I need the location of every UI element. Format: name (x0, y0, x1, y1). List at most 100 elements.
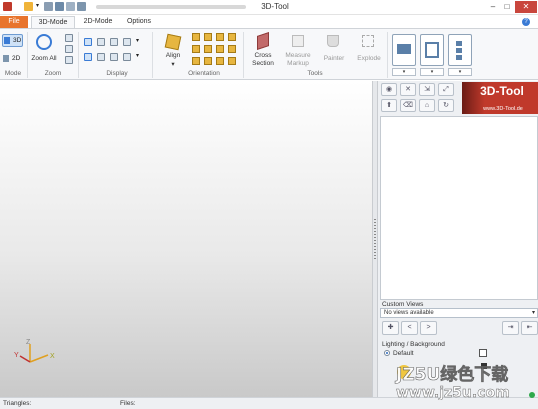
group-orientation-label: Orientation (188, 70, 220, 77)
group-zoom-label: Zoom (44, 70, 62, 77)
watermark: JZ5U绿色下载 www.jz5u.com (395, 364, 535, 400)
cross-section-icon[interactable] (257, 32, 269, 50)
zoom-all-label[interactable]: Zoom All (28, 55, 60, 63)
minimize-button[interactable]: – (486, 1, 500, 13)
align-dropdown-icon[interactable]: ▾ (160, 61, 186, 69)
structure-icon[interactable] (448, 34, 472, 66)
tab-3d-mode[interactable]: 3D-Mode (31, 16, 75, 28)
explode-icon[interactable] (362, 35, 374, 47)
next-view-button[interactable]: > (420, 321, 437, 335)
mode-2d-label: 2D (12, 55, 21, 62)
preview-icon[interactable] (66, 2, 75, 11)
rotate-icon[interactable]: ↻ (438, 99, 454, 112)
group-display-label: Display (106, 70, 128, 77)
cross-section-label[interactable]: Cross Section (247, 52, 279, 68)
lighting-label: Lighting / Background (382, 341, 445, 348)
title-bar: ▾ 3D-Tool – □ ✕ (0, 0, 538, 15)
view-left-icon[interactable] (192, 45, 200, 53)
view-back-icon[interactable] (204, 33, 212, 41)
display-color-icon[interactable] (123, 53, 131, 61)
export-view-icon[interactable]: ⇥ (502, 321, 519, 335)
expand-icon[interactable]: ⤢ (438, 83, 454, 96)
hide-icon[interactable]: ✕ (400, 83, 416, 96)
view-iso2-icon[interactable] (228, 33, 236, 41)
display-more-icon[interactable]: ▾ (136, 38, 144, 46)
app-icon[interactable] (3, 2, 12, 11)
explode-label[interactable]: Explode (354, 55, 384, 63)
model-tree-dropdown-icon[interactable]: ▾ (392, 68, 416, 76)
add-view-icon[interactable]: ✚ (382, 321, 399, 335)
view-iso6-icon[interactable] (228, 57, 236, 65)
view-iso-icon[interactable] (216, 33, 224, 41)
logo-url: www.3D-Tool.de (483, 106, 523, 112)
view-iso3-icon[interactable] (216, 45, 224, 53)
axis-x-label: X (50, 353, 55, 360)
view-right-icon[interactable] (204, 45, 212, 53)
views-list[interactable] (380, 116, 538, 300)
open-icon[interactable] (24, 2, 33, 11)
delete-icon[interactable]: ⌫ (400, 99, 416, 112)
painter-icon[interactable] (327, 35, 339, 47)
group-mode-label: Mode (4, 70, 22, 77)
help-icon[interactable]: ? (522, 18, 530, 26)
measure-markup-icon[interactable] (292, 35, 304, 47)
align-label[interactable]: Align (160, 52, 186, 60)
views-combo-value: No views available (384, 310, 434, 316)
tab-options[interactable]: Options (122, 16, 156, 28)
status-triangles: Triangles: (3, 400, 32, 407)
display-wireframe-icon[interactable] (97, 38, 105, 46)
save-icon[interactable] (44, 2, 53, 11)
copy-icon[interactable] (77, 2, 86, 11)
separator (152, 32, 153, 78)
maximize-button[interactable]: □ (500, 1, 514, 13)
view-top-icon[interactable] (192, 57, 200, 65)
display-hidden-line-icon[interactable] (110, 38, 118, 46)
view-iso5-icon[interactable] (216, 57, 224, 65)
status-files: Files: (120, 400, 136, 407)
watermark-url: www.jz5u.com (396, 385, 510, 400)
display-perspective-icon[interactable] (84, 53, 92, 61)
measure-markup-label[interactable]: Measure Markup (282, 52, 314, 68)
axis-y-label: Y (14, 352, 19, 359)
view-front-icon[interactable] (192, 33, 200, 41)
display-texture-icon[interactable] (97, 53, 105, 61)
views-combo[interactable]: No views available ▾ (380, 308, 538, 318)
separator (78, 32, 79, 78)
print-icon[interactable] (55, 2, 64, 11)
display-edges-icon[interactable] (123, 38, 131, 46)
fit-icon[interactable]: ⇲ (419, 83, 435, 96)
ribbon: 3D 2D Mode Zoom All Zoom ▾ ▾ Display Ali… (0, 28, 538, 80)
mode-3d-button[interactable]: 3D (2, 34, 23, 47)
up-icon[interactable]: ⬆ (381, 99, 397, 112)
mode-3d-label: 3D (13, 37, 22, 44)
file-path-blurred (96, 5, 246, 9)
prev-view-button[interactable]: < (401, 321, 418, 335)
painter-label[interactable]: Painter (319, 55, 349, 63)
zoom-all-icon[interactable] (36, 34, 52, 50)
display-transparency-icon[interactable] (110, 53, 118, 61)
home-icon[interactable]: ⌂ (419, 99, 435, 112)
group-tools-label: Tools (307, 70, 323, 77)
display-more2-icon[interactable]: ▾ (136, 53, 144, 61)
eye-icon[interactable]: ◉ (381, 83, 397, 96)
film-strip-icon[interactable] (420, 34, 444, 66)
import-view-icon[interactable]: ⇤ (521, 321, 538, 335)
display-shaded-icon[interactable] (84, 38, 92, 46)
tab-2d-mode[interactable]: 2D-Mode (80, 16, 116, 28)
default-radio[interactable] (384, 350, 390, 356)
align-icon[interactable] (164, 33, 182, 51)
close-button[interactable]: ✕ (515, 1, 537, 13)
zoom-window-icon[interactable] (65, 45, 73, 53)
zoom-out-icon[interactable] (65, 56, 73, 64)
zoom-in-icon[interactable] (65, 34, 73, 42)
view-iso4-icon[interactable] (228, 45, 236, 53)
3d-viewport[interactable]: Y Z X (0, 81, 372, 397)
structure-dropdown-icon[interactable]: ▾ (448, 68, 472, 76)
tab-file[interactable]: File (0, 16, 28, 28)
window-title: 3D-Tool (261, 2, 289, 11)
view-bottom-icon[interactable] (204, 57, 212, 65)
splitter-grip[interactable] (374, 219, 376, 259)
model-tree-icon[interactable] (392, 34, 416, 66)
mode-2d-button[interactable]: 2D (2, 53, 23, 66)
film-strip-dropdown-icon[interactable]: ▾ (420, 68, 444, 76)
